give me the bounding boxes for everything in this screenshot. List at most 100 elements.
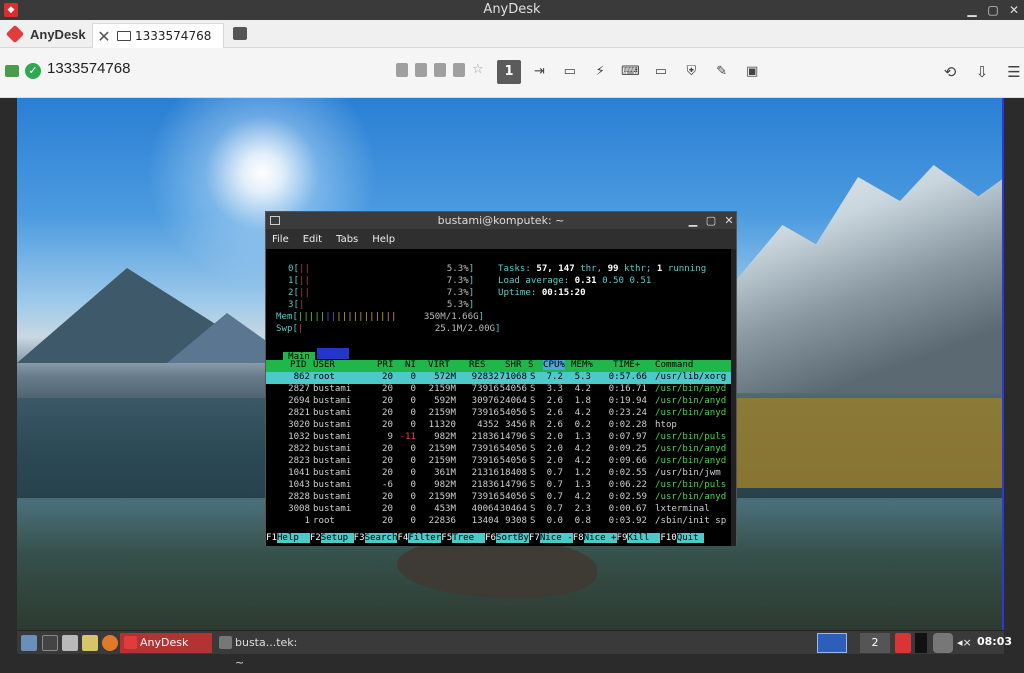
fkey-f1[interactable]: F1 (266, 533, 277, 543)
fkey-label[interactable]: Setup (320, 533, 354, 543)
col-pid[interactable]: PID (290, 360, 306, 370)
terminal-close-icon[interactable]: ✕ (722, 212, 736, 229)
col-command[interactable]: Command (655, 360, 693, 370)
col-state[interactable]: S (528, 360, 533, 370)
terminal-scrollbar[interactable] (731, 249, 736, 546)
terminal-launcher-icon[interactable] (42, 635, 58, 651)
col-user[interactable]: USER (313, 360, 335, 370)
tab-io[interactable] (317, 348, 349, 359)
process-row[interactable]: 2827 bustami 20 0 2159M 73916 54056 S 3.3 4.2 0:16… (266, 384, 736, 396)
fkey-label[interactable]: Help (276, 533, 310, 543)
screen-icon[interactable] (396, 63, 408, 77)
cell-command: lxterminal (655, 504, 710, 514)
col-res[interactable]: RES (469, 360, 485, 370)
fkey-label[interactable]: Kill (627, 533, 661, 543)
col-mem[interactable]: MEM% (571, 360, 593, 370)
network-icon[interactable] (933, 633, 953, 653)
menu-tabs[interactable]: Tabs (336, 234, 358, 245)
menu-help[interactable]: Help (372, 234, 395, 245)
fkey-f7[interactable]: F7 (529, 533, 540, 543)
taskbar-item-anydesk[interactable]: AnyDesk (120, 633, 212, 653)
uptime-line: Uptime: 00:15:20 (498, 288, 586, 298)
close-icon[interactable]: ✕ (1006, 2, 1022, 18)
hourglass-icon[interactable] (415, 63, 427, 77)
whiteboard-icon[interactable]: ✎ (710, 60, 734, 84)
process-row[interactable]: 1 root 20 0 22836 13404 9308 S 0.0 0.8 0:03.92/sbi… (266, 516, 736, 528)
fkey-f6[interactable]: F6 (485, 533, 496, 543)
file-manager-icon[interactable] (62, 635, 78, 651)
htop-screen[interactable]: 0[|| 5.3%] 1[|| 7.3%] 2[|| 7.3%] 3[| 5.3… (266, 249, 736, 546)
process-row[interactable]: 1043 bustami -6 0 982M 21836 14796 S 0.7 1.3 0:06.… (266, 480, 736, 492)
anydesk-tray-icon[interactable] (895, 633, 911, 653)
process-row[interactable]: 1032 bustami 9 -11 982M 21836 14796 S 2.0 1.3 0:07… (266, 432, 736, 444)
fkey-label[interactable]: Quit (676, 533, 705, 543)
fkey-label[interactable]: Nice - (539, 533, 573, 543)
monitor-select-button[interactable]: 1 (497, 60, 521, 84)
fkey-f9[interactable]: F9 (617, 533, 628, 543)
col-shr[interactable]: SHR (505, 360, 521, 370)
menu-edit[interactable]: Edit (303, 234, 322, 245)
address-input[interactable]: 1333574768 (47, 60, 130, 77)
taskbar-clock[interactable]: 08:03 (977, 635, 1012, 648)
download-icon[interactable]: ⇩ (970, 60, 994, 84)
process-row[interactable]: 862 root 20 0 572M 92832 71068 S 7.2 5.3 0:57.66/u… (266, 372, 736, 384)
col-cpu[interactable]: CPU% (543, 360, 565, 370)
maximize-icon[interactable]: ▢ (985, 2, 1001, 18)
process-row[interactable]: 2822 bustami 20 0 2159M 73916 54056 S 2.0 4.2 0:09… (266, 444, 736, 456)
volume-icon[interactable]: ◂× (957, 633, 972, 653)
display-icon[interactable]: ▭ (649, 60, 673, 84)
fkey-label[interactable]: SortBy (496, 533, 529, 543)
fkey-label[interactable]: Nice + (583, 533, 617, 543)
process-row[interactable]: 3008 bustami 20 0 453M 40064 30464 S 0.7 2.3 0:00.… (266, 504, 736, 516)
fkey-label[interactable]: Search (364, 533, 398, 543)
chat-icon[interactable]: ▭ (558, 60, 582, 84)
close-tab-icon[interactable]: ✕ (93, 27, 115, 46)
fkey-f3[interactable]: F3 (354, 533, 365, 543)
menu-icon[interactable]: ☰ (1002, 60, 1024, 84)
permissions-icon[interactable]: ⛨ (679, 60, 703, 84)
tray-black-icon[interactable] (915, 633, 927, 653)
menu-file[interactable]: File (272, 234, 289, 245)
process-row[interactable]: 2823 bustami 20 0 2159M 73916 54056 S 2.0 4.2 0:09… (266, 456, 736, 468)
tab-remote-session[interactable]: ✕ 1333574768 (92, 23, 224, 48)
fkey-label[interactable]: Tree (452, 533, 486, 543)
fkey-f10[interactable]: F10 (660, 533, 676, 543)
col-pri[interactable]: PRI (377, 360, 393, 370)
fkey-f8[interactable]: F8 (573, 533, 584, 543)
process-row[interactable]: 2694 bustami 20 0 592M 30976 24064 S 2.6 1.8 0:19.… (266, 396, 736, 408)
taskbar-item-terminal[interactable]: busta...tek: ~ (215, 633, 309, 669)
process-row[interactable]: 2821 bustami 20 0 2159M 73916 54056 S 2.6 4.2 0:23… (266, 408, 736, 420)
workspace-1[interactable] (817, 633, 847, 653)
tab-label: 1333574768 (135, 29, 212, 43)
process-row[interactable]: 1041 bustami 20 0 361M 21316 18408 S 0.7 1.2 0:02.… (266, 468, 736, 480)
workspace-2[interactable]: 2 (860, 633, 890, 653)
history-icon[interactable]: ⟲ (938, 60, 962, 84)
switch-sides-icon[interactable]: ⇥ (527, 60, 551, 84)
process-row[interactable]: 3020 bustami 20 0 11320 4352 3456 R 2.6 0.2 0:02.2… (266, 420, 736, 432)
col-ni[interactable]: NI (405, 360, 416, 370)
firefox-icon[interactable] (102, 635, 118, 651)
terminal-titlebar[interactable]: bustami@komputek: ~ ▁ ▢ ✕ (266, 212, 736, 229)
terminal-window[interactable]: bustami@komputek: ~ ▁ ▢ ✕ File Edit Tabs… (265, 211, 737, 546)
copy-icon[interactable] (434, 63, 446, 77)
minimize-icon[interactable]: ▁ (964, 2, 980, 18)
file-transfer-icon[interactable] (233, 27, 247, 40)
files-icon[interactable] (453, 63, 465, 77)
anydesk-brand[interactable]: AnyDesk (5, 24, 86, 44)
record-icon[interactable]: ▣ (740, 60, 764, 84)
start-menu-icon[interactable] (21, 635, 37, 651)
terminal-minimize-icon[interactable]: ▁ (686, 212, 700, 229)
cell-pri: 20 (382, 492, 393, 502)
fkey-label[interactable]: Filter (408, 533, 442, 543)
text-editor-icon[interactable] (82, 635, 98, 651)
process-row[interactable]: 2828 bustami 20 0 2159M 73916 54056 S 0.7 4.2 0:02… (266, 492, 736, 504)
fkey-f5[interactable]: F5 (441, 533, 452, 543)
fkey-f4[interactable]: F4 (397, 533, 408, 543)
col-time[interactable]: TIME+ (613, 360, 640, 370)
actions-icon[interactable]: ⚡ (588, 60, 612, 84)
keyboard-icon[interactable]: ⌨ (619, 60, 643, 84)
col-virt[interactable]: VIRT (428, 360, 450, 370)
star-icon[interactable]: ☆ (472, 63, 484, 77)
fkey-f2[interactable]: F2 (310, 533, 321, 543)
terminal-maximize-icon[interactable]: ▢ (704, 212, 718, 229)
